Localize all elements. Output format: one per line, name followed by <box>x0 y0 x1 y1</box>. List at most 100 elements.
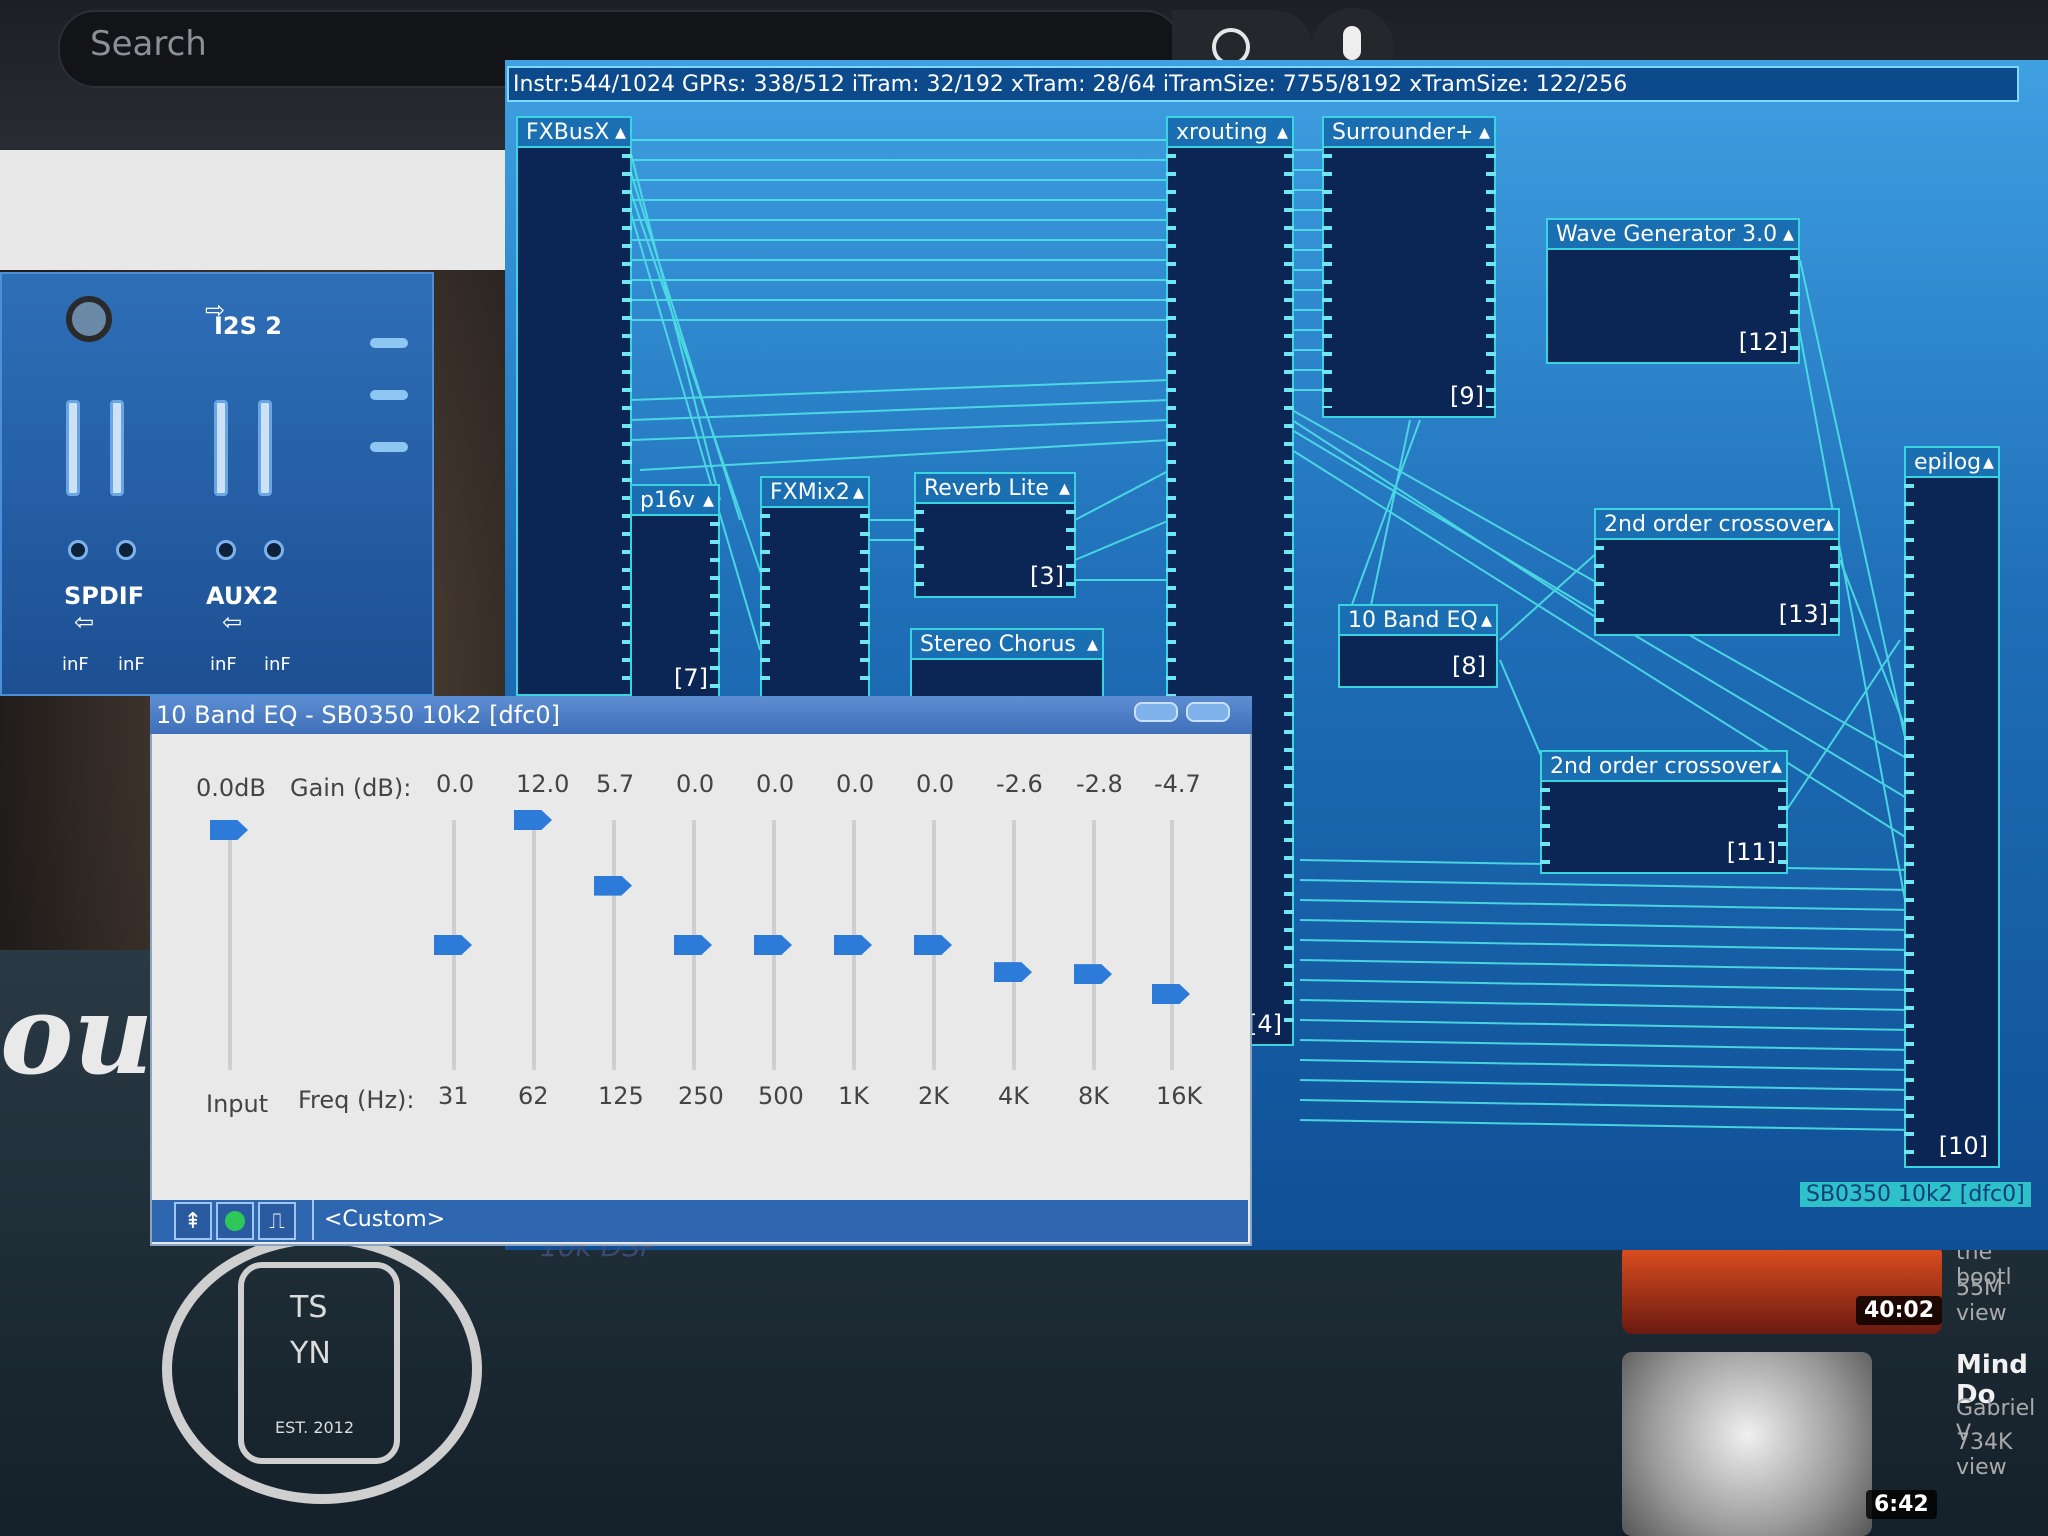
eq-curve-button[interactable]: ⎍ <box>258 1202 296 1240</box>
band-gain-readout: 0.0 <box>836 770 875 798</box>
menu-line-icon[interactable] <box>370 338 408 348</box>
microphone-icon[interactable] <box>1343 26 1361 60</box>
dsp-block-fxmix2[interactable]: FXMix2 <box>760 476 870 698</box>
volume-slider-right[interactable] <box>258 400 272 496</box>
band-gain-readout: -2.6 <box>996 770 1043 798</box>
volume-slider-left[interactable] <box>66 400 80 496</box>
dsp-block-p16v[interactable]: p16v [7] <box>630 484 720 700</box>
block-title[interactable]: Surrounder+ <box>1324 118 1494 148</box>
emblem-bottom-text: YN <box>290 1336 331 1371</box>
volume-slider-left[interactable] <box>214 400 228 496</box>
band-frequency-label: 250 <box>678 1082 724 1110</box>
block-title[interactable]: Stereo Chorus <box>912 630 1102 660</box>
block-index: [10] <box>1938 1132 1988 1160</box>
mute-toggle[interactable] <box>216 540 236 560</box>
output-ports[interactable] <box>1790 256 1800 354</box>
input-arrow-icon: ⇦ <box>222 608 243 636</box>
band-slider-track[interactable] <box>1012 820 1016 1070</box>
input-slider-track[interactable] <box>228 820 232 1070</box>
eq-preset-select[interactable]: <Custom> <box>312 1200 1232 1240</box>
block-index: [9] <box>1450 382 1484 410</box>
band-gain-readout: 0.0 <box>676 770 715 798</box>
band-frequency-label: 500 <box>758 1082 804 1110</box>
band-gain-readout: 0.0 <box>436 770 475 798</box>
input-ports[interactable] <box>1594 546 1604 626</box>
level-readout: inF <box>264 654 291 675</box>
block-title[interactable]: 2nd order crossover <box>1596 510 1838 540</box>
emblem-top-text: TS <box>290 1290 328 1325</box>
freq-label: Freq (Hz): <box>298 1086 415 1114</box>
level-readout: inF <box>62 654 89 675</box>
output-ports[interactable] <box>1284 154 1294 1036</box>
band-gain-readout: -4.7 <box>1154 770 1201 798</box>
dsp-block-wave-generator[interactable]: Wave Generator 3.0 [12] <box>1546 218 1800 364</box>
dsp-block-fxbusx[interactable]: FXBusX <box>516 116 632 696</box>
block-index: [11] <box>1726 838 1776 866</box>
video-thumbnail[interactable] <box>1622 1352 1872 1536</box>
output-ports[interactable] <box>860 514 870 688</box>
eq-settings-button[interactable]: ⇞ <box>174 1202 212 1240</box>
output-ports[interactable] <box>1066 510 1076 588</box>
input-ports[interactable] <box>914 510 924 588</box>
eq-power-button[interactable] <box>216 1202 254 1240</box>
block-title[interactable]: p16v <box>632 486 718 516</box>
input-ports[interactable] <box>1322 154 1332 408</box>
dsp-block-crossover-13[interactable]: 2nd order crossover [13] <box>1594 508 1840 636</box>
output-ports[interactable] <box>710 522 720 690</box>
link-toggle[interactable] <box>116 540 136 560</box>
block-index: [3] <box>1030 562 1064 590</box>
band-slider-track[interactable] <box>612 820 616 1070</box>
block-title[interactable]: 2nd order crossover <box>1542 752 1786 782</box>
band-frequency-label: 31 <box>438 1082 469 1110</box>
banner-strip <box>0 150 510 270</box>
dsp-block-crossover-11[interactable]: 2nd order crossover [11] <box>1540 750 1788 874</box>
block-title[interactable]: FXBusX <box>518 118 630 148</box>
menu-line-icon[interactable] <box>370 442 408 452</box>
minimize-button[interactable] <box>1134 702 1178 722</box>
video-stats: 734K view <box>1956 1430 2013 1480</box>
band-frequency-label: 2K <box>918 1082 950 1110</box>
band-gain-readout: -2.8 <box>1076 770 1123 798</box>
menu-line-icon[interactable] <box>370 390 408 400</box>
output-ports[interactable] <box>1830 546 1840 626</box>
video-duration: 6:42 <box>1866 1490 1937 1519</box>
block-index: [7] <box>674 664 708 692</box>
output-ports[interactable] <box>1486 154 1496 408</box>
band-frequency-label: 125 <box>598 1082 644 1110</box>
band-slider-track[interactable] <box>532 820 536 1070</box>
band-gain-readout: 0.0 <box>756 770 795 798</box>
block-title[interactable]: 10 Band EQ <box>1340 606 1496 636</box>
block-index: [8] <box>1452 652 1486 680</box>
band-frequency-label: 62 <box>518 1082 549 1110</box>
block-title[interactable]: FXMix2 <box>762 478 868 508</box>
dsp-block-stereo-chorus[interactable]: Stereo Chorus <box>910 628 1104 698</box>
block-title[interactable]: Wave Generator 3.0 <box>1548 220 1798 250</box>
level-readout: inF <box>210 654 237 675</box>
channel-label-aux2: AUX2 <box>206 582 279 610</box>
block-title[interactable]: Reverb Lite <box>916 474 1074 504</box>
block-index: [12] <box>1738 328 1788 356</box>
link-toggle[interactable] <box>264 540 284 560</box>
output-ports[interactable] <box>1778 788 1788 864</box>
band-slider-track[interactable] <box>1170 820 1174 1070</box>
mute-toggle[interactable] <box>68 540 88 560</box>
band-frequency-label: 8K <box>1078 1082 1110 1110</box>
dsp-device-label: SB0350 10k2 [dfc0] <box>1800 1182 2031 1207</box>
input-ports[interactable] <box>1904 484 1914 1158</box>
dsp-block-surrounder[interactable]: Surrounder+ [9] <box>1322 116 1496 418</box>
band-slider-track[interactable] <box>1092 820 1096 1070</box>
block-title[interactable]: epilog <box>1906 448 1998 478</box>
dsp-block-epilog[interactable]: epilog [10] <box>1904 446 2000 1168</box>
band-gain-readout: 12.0 <box>516 770 570 798</box>
eq-window-title[interactable]: 10 Band EQ - SB0350 10k2 [dfc0] <box>150 696 1252 734</box>
dsp-block-10-band-eq[interactable]: 10 Band EQ [8] <box>1338 604 1498 688</box>
dsp-block-reverb-lite[interactable]: Reverb Lite [3] <box>914 472 1076 598</box>
output-arrow-icon: ⇨ <box>205 296 226 324</box>
input-ports[interactable] <box>760 514 770 688</box>
volume-slider-right[interactable] <box>110 400 124 496</box>
input-label: Input <box>206 1090 269 1118</box>
close-button[interactable] <box>1186 702 1230 722</box>
block-title[interactable]: xrouting <box>1168 118 1292 148</box>
emblem-est-text: EST. 2012 <box>275 1418 355 1437</box>
input-ports[interactable] <box>1540 788 1550 864</box>
